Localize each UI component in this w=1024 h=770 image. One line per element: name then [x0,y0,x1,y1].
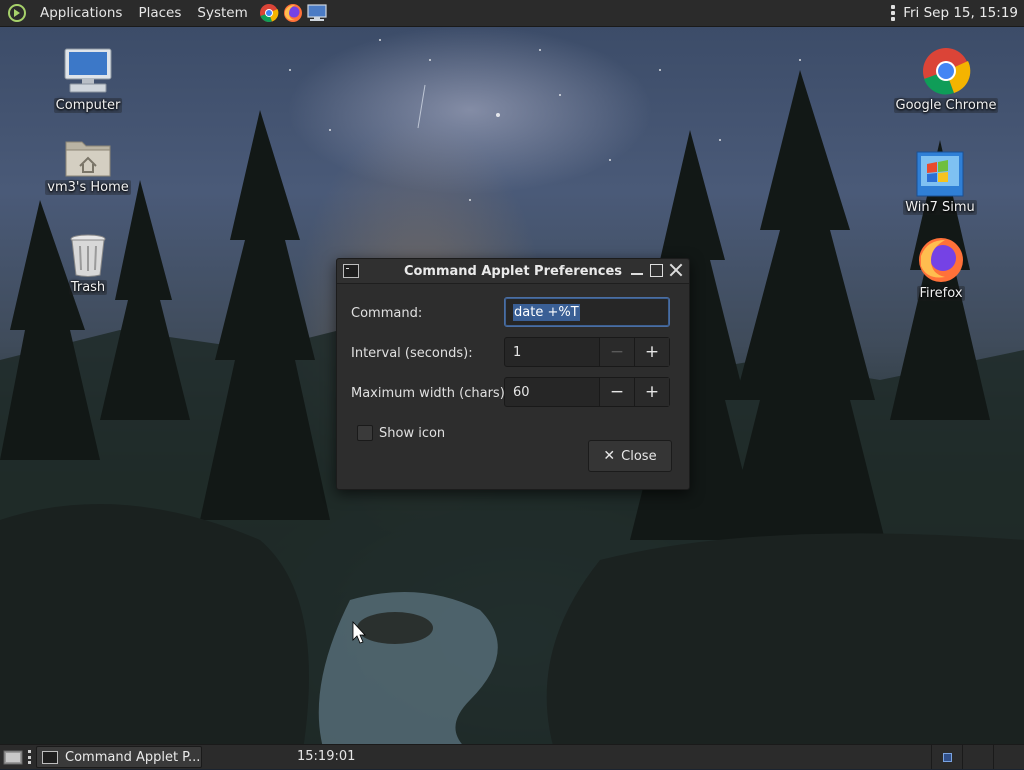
desktop-icon-firefox[interactable]: Firefox [893,232,989,301]
distro-logo-icon[interactable] [6,2,28,24]
menu-applications[interactable]: Applications [32,0,130,26]
command-row: Command: [351,297,422,329]
show-icon-row[interactable]: Show icon [357,425,445,441]
desktop-icon-label: Firefox [917,286,965,301]
workspace-2[interactable] [962,745,993,769]
interval-decrement-button[interactable]: − [599,338,634,366]
desktop-icon-win7[interactable]: Win7 Simu [892,146,988,215]
command-input[interactable]: date +%T [504,297,670,327]
command-value: date +%T [513,303,580,321]
interval-row: Interval (seconds): [351,337,473,369]
close-window-icon[interactable] [669,263,683,277]
firefox-icon [915,232,967,284]
home-folder-icon [62,126,114,178]
desktop-icon-home[interactable]: vm3's Home [40,126,136,195]
maximize-icon[interactable] [650,264,663,277]
command-label: Command: [351,305,423,321]
show-desktop-icon[interactable] [3,748,23,766]
interval-value[interactable]: 1 [505,345,599,360]
computer-icon [62,44,114,96]
terminal-icon [42,750,58,764]
desktop-icon-trash[interactable]: Trash [40,226,136,295]
workspace-3[interactable] [993,745,1024,769]
menu-system[interactable]: System [189,0,255,26]
chrome-icon [920,44,972,96]
desktop-icon-computer[interactable]: Computer [40,44,136,113]
chrome-launcher-icon[interactable] [258,2,280,24]
interval-increment-button[interactable]: + [634,338,669,366]
taskbar-window-label: Command Applet P... [65,749,201,765]
show-icon-label: Show icon [379,425,446,441]
desktop-icon-label: Google Chrome [893,98,999,113]
terminal-launcher-icon[interactable] [306,2,328,24]
desktop-icon-label: Trash [68,280,108,295]
workspace-1[interactable] [931,745,962,769]
max-width-decrement-button[interactable]: − [599,378,634,406]
max-width-stepper[interactable]: 60 − + [504,377,670,407]
menu-places[interactable]: Places [130,0,189,26]
minimize-icon[interactable] [630,263,644,277]
panel-clock[interactable]: Fri Sep 15, 15:19 [903,5,1018,21]
interval-stepper[interactable]: 1 − + [504,337,670,367]
bottom-panel: Command Applet P... 15:19:01 [0,744,1024,769]
desktop-icon-label: Computer [53,98,123,113]
desktop-icon-chrome[interactable]: Google Chrome [893,44,999,113]
top-panel: Applications Places System Fri Sep 15, 1… [0,0,1024,27]
dialog-titlebar[interactable]: Command Applet Preferences [337,259,689,284]
panel-handle-icon[interactable] [891,5,896,21]
win7-icon [914,146,966,198]
max-width-row: Maximum width (chars): [351,377,509,409]
command-applet-output[interactable]: 15:19:01 [297,745,355,769]
panel-handle-icon[interactable] [28,750,31,764]
taskbar-window-button[interactable]: Command Applet P... [36,746,202,768]
desktop-icon-label: vm3's Home [45,180,131,195]
desktop-icon-label: Win7 Simu [903,200,977,215]
max-width-label: Maximum width (chars): [351,385,510,401]
trash-icon [62,226,114,278]
close-icon: ✕ [603,448,616,464]
show-icon-checkbox[interactable] [357,425,373,441]
preferences-dialog: Command Applet Preferences Command: date… [336,258,690,490]
firefox-launcher-icon[interactable] [282,2,304,24]
close-button-label: Close [621,448,657,464]
max-width-increment-button[interactable]: + [634,378,669,406]
interval-label: Interval (seconds): [351,345,473,361]
max-width-value[interactable]: 60 [505,385,599,400]
close-button[interactable]: ✕ Close [588,440,672,472]
workspace-switcher[interactable] [931,745,1024,769]
